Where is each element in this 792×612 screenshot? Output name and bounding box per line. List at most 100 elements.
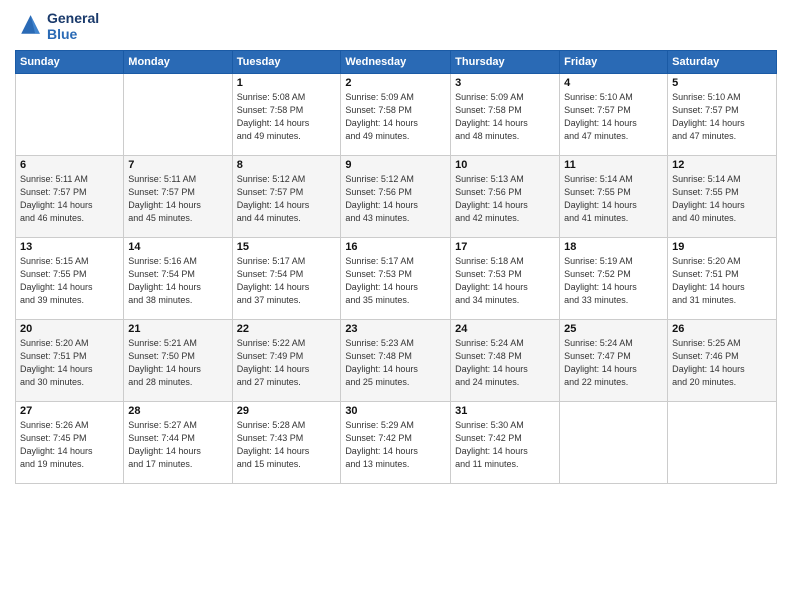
day-number: 14 <box>128 241 227 253</box>
calendar-cell: 16 Sunrise: 5:17 AM Sunset: 7:53 PM Dayli… <box>341 238 451 320</box>
day-detail: Sunrise: 5:11 AM Sunset: 7:57 PM Dayligh… <box>20 173 119 225</box>
day-number: 8 <box>237 159 337 171</box>
calendar-cell: 20 Sunrise: 5:20 AM Sunset: 7:51 PM Dayli… <box>16 320 124 402</box>
day-detail: Sunrise: 5:23 AM Sunset: 7:48 PM Dayligh… <box>345 337 446 389</box>
day-number: 26 <box>672 323 772 335</box>
day-detail: Sunrise: 5:12 AM Sunset: 7:57 PM Dayligh… <box>237 173 337 225</box>
calendar-cell: 17 Sunrise: 5:18 AM Sunset: 7:53 PM Dayli… <box>451 238 560 320</box>
weekday-header: Wednesday <box>341 51 451 74</box>
calendar-cell: 12 Sunrise: 5:14 AM Sunset: 7:55 PM Dayli… <box>668 156 777 238</box>
day-number: 2 <box>345 77 446 89</box>
weekday-header: Monday <box>124 51 232 74</box>
day-detail: Sunrise: 5:17 AM Sunset: 7:53 PM Dayligh… <box>345 255 446 307</box>
day-detail: Sunrise: 5:27 AM Sunset: 7:44 PM Dayligh… <box>128 419 227 471</box>
day-detail: Sunrise: 5:09 AM Sunset: 7:58 PM Dayligh… <box>345 91 446 143</box>
day-number: 25 <box>564 323 663 335</box>
day-number: 12 <box>672 159 772 171</box>
day-number: 21 <box>128 323 227 335</box>
calendar-cell: 27 Sunrise: 5:26 AM Sunset: 7:45 PM Dayli… <box>16 402 124 484</box>
day-detail: Sunrise: 5:22 AM Sunset: 7:49 PM Dayligh… <box>237 337 337 389</box>
calendar-cell: 6 Sunrise: 5:11 AM Sunset: 7:57 PM Daylig… <box>16 156 124 238</box>
day-number: 9 <box>345 159 446 171</box>
day-detail: Sunrise: 5:10 AM Sunset: 7:57 PM Dayligh… <box>564 91 663 143</box>
logo: General Blue <box>15 10 99 42</box>
calendar-cell: 29 Sunrise: 5:28 AM Sunset: 7:43 PM Dayli… <box>232 402 341 484</box>
calendar-cell: 8 Sunrise: 5:12 AM Sunset: 7:57 PM Daylig… <box>232 156 341 238</box>
day-detail: Sunrise: 5:20 AM Sunset: 7:51 PM Dayligh… <box>20 337 119 389</box>
day-detail: Sunrise: 5:29 AM Sunset: 7:42 PM Dayligh… <box>345 419 446 471</box>
day-detail: Sunrise: 5:30 AM Sunset: 7:42 PM Dayligh… <box>455 419 555 471</box>
day-detail: Sunrise: 5:24 AM Sunset: 7:47 PM Dayligh… <box>564 337 663 389</box>
day-detail: Sunrise: 5:24 AM Sunset: 7:48 PM Dayligh… <box>455 337 555 389</box>
day-number: 6 <box>20 159 119 171</box>
day-number: 16 <box>345 241 446 253</box>
logo-text: General Blue <box>47 10 99 42</box>
calendar-cell: 28 Sunrise: 5:27 AM Sunset: 7:44 PM Dayli… <box>124 402 232 484</box>
calendar-cell: 30 Sunrise: 5:29 AM Sunset: 7:42 PM Dayli… <box>341 402 451 484</box>
day-number: 20 <box>20 323 119 335</box>
calendar-cell: 19 Sunrise: 5:20 AM Sunset: 7:51 PM Dayli… <box>668 238 777 320</box>
day-number: 28 <box>128 405 227 417</box>
calendar-cell: 14 Sunrise: 5:16 AM Sunset: 7:54 PM Dayli… <box>124 238 232 320</box>
weekday-header: Thursday <box>451 51 560 74</box>
day-detail: Sunrise: 5:09 AM Sunset: 7:58 PM Dayligh… <box>455 91 555 143</box>
day-detail: Sunrise: 5:21 AM Sunset: 7:50 PM Dayligh… <box>128 337 227 389</box>
day-detail: Sunrise: 5:14 AM Sunset: 7:55 PM Dayligh… <box>564 173 663 225</box>
calendar-cell: 31 Sunrise: 5:30 AM Sunset: 7:42 PM Dayli… <box>451 402 560 484</box>
weekday-header: Saturday <box>668 51 777 74</box>
calendar-table: SundayMondayTuesdayWednesdayThursdayFrid… <box>15 50 777 484</box>
day-number: 23 <box>345 323 446 335</box>
calendar-cell: 24 Sunrise: 5:24 AM Sunset: 7:48 PM Dayli… <box>451 320 560 402</box>
calendar-cell: 5 Sunrise: 5:10 AM Sunset: 7:57 PM Daylig… <box>668 74 777 156</box>
day-number: 13 <box>20 241 119 253</box>
day-number: 22 <box>237 323 337 335</box>
day-detail: Sunrise: 5:25 AM Sunset: 7:46 PM Dayligh… <box>672 337 772 389</box>
day-number: 15 <box>237 241 337 253</box>
day-number: 18 <box>564 241 663 253</box>
calendar-page: General Blue SundayMondayTuesdayWednesda… <box>0 0 792 612</box>
calendar-cell: 9 Sunrise: 5:12 AM Sunset: 7:56 PM Daylig… <box>341 156 451 238</box>
calendar-cell: 2 Sunrise: 5:09 AM Sunset: 7:58 PM Daylig… <box>341 74 451 156</box>
day-number: 4 <box>564 77 663 89</box>
day-number: 5 <box>672 77 772 89</box>
day-number: 3 <box>455 77 555 89</box>
day-detail: Sunrise: 5:17 AM Sunset: 7:54 PM Dayligh… <box>237 255 337 307</box>
day-detail: Sunrise: 5:11 AM Sunset: 7:57 PM Dayligh… <box>128 173 227 225</box>
day-number: 31 <box>455 405 555 417</box>
day-number: 1 <box>237 77 337 89</box>
page-header: General Blue <box>15 10 777 42</box>
day-number: 27 <box>20 405 119 417</box>
day-detail: Sunrise: 5:08 AM Sunset: 7:58 PM Dayligh… <box>237 91 337 143</box>
calendar-cell: 11 Sunrise: 5:14 AM Sunset: 7:55 PM Dayli… <box>560 156 668 238</box>
calendar-cell: 10Sunrise: 5:13 AM Sunset: 7:56 PM Dayli… <box>451 156 560 238</box>
day-detail: Sunrise: 5:20 AM Sunset: 7:51 PM Dayligh… <box>672 255 772 307</box>
calendar-cell: 15 Sunrise: 5:17 AM Sunset: 7:54 PM Dayli… <box>232 238 341 320</box>
calendar-cell: 21 Sunrise: 5:21 AM Sunset: 7:50 PM Dayli… <box>124 320 232 402</box>
day-number: 29 <box>237 405 337 417</box>
day-detail: Sunrise: 5:14 AM Sunset: 7:55 PM Dayligh… <box>672 173 772 225</box>
day-number: 7 <box>128 159 227 171</box>
calendar-cell: 3 Sunrise: 5:09 AM Sunset: 7:58 PM Daylig… <box>451 74 560 156</box>
calendar-cell: 25 Sunrise: 5:24 AM Sunset: 7:47 PM Dayli… <box>560 320 668 402</box>
calendar-cell: 1 Sunrise: 5:08 AM Sunset: 7:58 PM Daylig… <box>232 74 341 156</box>
day-number: 19 <box>672 241 772 253</box>
day-detail: Sunrise: 5:18 AM Sunset: 7:53 PM Dayligh… <box>455 255 555 307</box>
day-detail: Sunrise: 5:12 AM Sunset: 7:56 PM Dayligh… <box>345 173 446 225</box>
day-number: 30 <box>345 405 446 417</box>
calendar-cell <box>16 74 124 156</box>
day-detail: Sunrise: 5:16 AM Sunset: 7:54 PM Dayligh… <box>128 255 227 307</box>
day-detail: Sunrise: 5:15 AM Sunset: 7:55 PM Dayligh… <box>20 255 119 307</box>
day-detail: Sunrise: 5:26 AM Sunset: 7:45 PM Dayligh… <box>20 419 119 471</box>
calendar-cell: 26 Sunrise: 5:25 AM Sunset: 7:46 PM Dayli… <box>668 320 777 402</box>
calendar-cell: 23 Sunrise: 5:23 AM Sunset: 7:48 PM Dayli… <box>341 320 451 402</box>
calendar-cell <box>668 402 777 484</box>
day-detail: Sunrise: 5:28 AM Sunset: 7:43 PM Dayligh… <box>237 419 337 471</box>
calendar-cell: 7 Sunrise: 5:11 AM Sunset: 7:57 PM Daylig… <box>124 156 232 238</box>
day-number: 11 <box>564 159 663 171</box>
day-detail: Sunrise: 5:10 AM Sunset: 7:57 PM Dayligh… <box>672 91 772 143</box>
day-number: 24 <box>455 323 555 335</box>
day-number: 10 <box>455 159 555 171</box>
weekday-header: Sunday <box>16 51 124 74</box>
calendar-cell: 4 Sunrise: 5:10 AM Sunset: 7:57 PM Daylig… <box>560 74 668 156</box>
day-number: 17 <box>455 241 555 253</box>
